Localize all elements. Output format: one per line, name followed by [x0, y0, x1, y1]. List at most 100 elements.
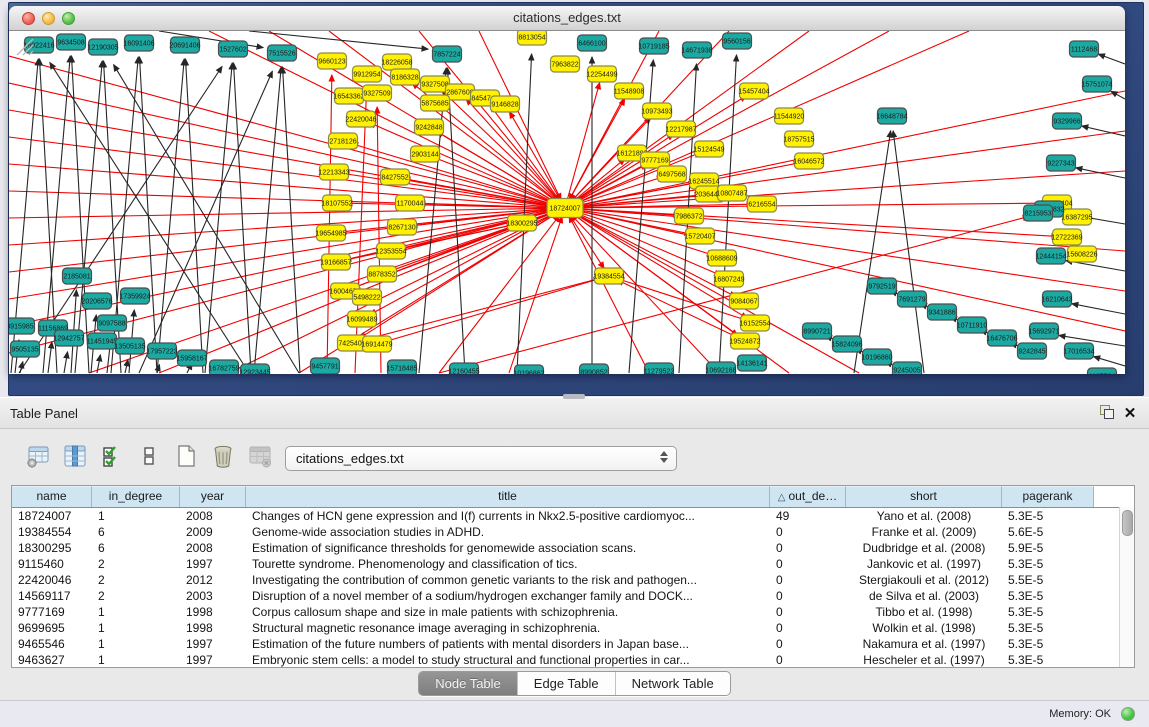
cell-short[interactable]: Stergiakouli et al. (2012)	[846, 572, 1002, 588]
graph-node[interactable]: 9457791	[311, 358, 340, 374]
graph-edge[interactable]	[377, 107, 381, 373]
graph-node[interactable]: 5875685	[421, 95, 450, 111]
graph-edge[interactable]	[1076, 168, 1125, 178]
delete-column-button[interactable]	[209, 442, 237, 470]
graph-node[interactable]: 19524872	[729, 333, 760, 349]
cell-pagerank[interactable]: 5.3E-5	[1002, 588, 1094, 604]
cell-in_degree[interactable]: 1	[92, 636, 180, 652]
cell-name[interactable]: 9115460	[12, 556, 92, 572]
graph-edge[interactable]	[574, 210, 1125, 331]
cell-year[interactable]: 2003	[180, 588, 246, 604]
cell-name[interactable]: 9699695	[12, 620, 92, 636]
resize-grip-icon[interactable]	[9, 31, 35, 57]
graph-node[interactable]: 7515526	[268, 45, 297, 61]
network-window[interactable]: citations_edges.txt 18724007183002951938…	[9, 6, 1125, 374]
graph-node[interactable]: 15457404	[738, 83, 769, 99]
graph-node[interactable]: 9560156	[723, 33, 752, 49]
table-selector-dropdown[interactable]: citations_edges.txt	[285, 446, 677, 471]
graph-node[interactable]: 16091406	[123, 35, 154, 51]
graph-node[interactable]: 7857224	[433, 46, 462, 62]
graph-node[interactable]: 9227343	[1047, 155, 1076, 171]
graph-edge[interactable]	[157, 59, 184, 373]
graph-node[interactable]: 8267130	[388, 219, 417, 235]
graph-edge[interactable]	[1094, 357, 1125, 366]
cell-year[interactable]: 1997	[180, 556, 246, 572]
graph-node[interactable]: 11544920	[774, 108, 805, 124]
cell-name[interactable]: 9463627	[12, 652, 92, 668]
cell-in_degree[interactable]: 6	[92, 524, 180, 540]
graph-node[interactable]: 6466100	[578, 35, 607, 51]
cell-out_degree[interactable]: 0	[770, 652, 846, 668]
cell-out_degree[interactable]: 0	[770, 604, 846, 620]
cell-title[interactable]: Corpus callosum shape and size in male p…	[246, 604, 770, 620]
graph-node[interactable]: 8990721	[803, 323, 832, 339]
cell-pagerank[interactable]: 5.6E-5	[1002, 524, 1094, 540]
graph-edge[interactable]	[9, 137, 556, 207]
table-panel-titlebar[interactable]: Table Panel ✕	[0, 397, 1149, 429]
graph-node[interactable]: 12923445	[239, 364, 270, 374]
column-header-name[interactable]: name	[12, 486, 92, 507]
graph-node[interactable]: 13505135	[114, 338, 145, 354]
cell-out_degree[interactable]: 0	[770, 540, 846, 556]
graph-node[interactable]: 15751074	[1081, 76, 1112, 92]
cell-pagerank[interactable]: 5.3E-5	[1002, 556, 1094, 572]
graph-node[interactable]: 15608226	[1066, 246, 1097, 262]
graph-node[interactable]: 15720407	[684, 228, 715, 244]
graph-node[interactable]: 9792519	[868, 278, 897, 294]
graph-node[interactable]: 12722369	[1051, 229, 1082, 245]
graph-node[interactable]: 16099489	[346, 311, 377, 327]
cell-year[interactable]: 1998	[180, 620, 246, 636]
cell-year[interactable]: 2008	[180, 508, 246, 524]
graph-edge[interactable]	[254, 67, 281, 373]
cell-out_degree[interactable]: 0	[770, 588, 846, 604]
graph-node[interactable]: 19166857	[320, 254, 351, 270]
table-row[interactable]: 2242004622012Investigating the contribut…	[12, 572, 1134, 588]
network-graph[interactable]: 1872400718300295193845549660123991295416…	[9, 31, 1125, 374]
cell-title[interactable]: Investigating the contribution of common…	[246, 572, 770, 588]
cell-year[interactable]: 1997	[180, 636, 246, 652]
column-visibility-button[interactable]	[61, 442, 89, 470]
graph-node[interactable]: 17016534	[1063, 343, 1094, 359]
graph-node[interactable]: 15718485	[386, 360, 417, 374]
graph-edge[interactable]	[1098, 54, 1125, 64]
cell-name[interactable]: 9465546	[12, 636, 92, 652]
column-header-year[interactable]: year	[180, 486, 246, 507]
graph-node[interactable]: 15824096	[831, 336, 862, 352]
cell-title[interactable]: Tourette syndrome. Phenomenology and cla…	[246, 556, 770, 572]
graph-node[interactable]: 2718126	[329, 133, 358, 149]
graph-node[interactable]: 18226058	[381, 54, 412, 70]
graph-node[interactable]: 9242848	[415, 119, 444, 135]
cell-pagerank[interactable]: 5.9E-5	[1002, 540, 1094, 556]
graph-node[interactable]: 9341886	[928, 304, 957, 320]
graph-node[interactable]: 10196860	[861, 349, 892, 365]
cell-year[interactable]: 2012	[180, 572, 246, 588]
graph-edge[interactable]	[97, 355, 100, 373]
graph-node[interactable]: 11279522	[644, 363, 675, 374]
cell-in_degree[interactable]: 1	[92, 508, 180, 524]
cell-name[interactable]: 22420046	[12, 572, 92, 588]
graph-node[interactable]: 9329966	[1053, 113, 1082, 129]
graph-edge[interactable]	[893, 131, 924, 373]
table-row[interactable]: 946554611997Estimation of the future num…	[12, 636, 1134, 652]
delete-table-button[interactable]	[246, 442, 274, 470]
close-panel-button[interactable]: ✕	[1121, 405, 1139, 423]
graph-edge[interactable]	[573, 212, 859, 373]
cell-out_degree[interactable]: 0	[770, 556, 846, 572]
graph-node[interactable]: 9084067	[730, 293, 759, 309]
graph-edge[interactable]	[400, 208, 565, 249]
cell-title[interactable]: Embryonic stem cells: a model to study s…	[246, 652, 770, 668]
graph-edge[interactable]	[9, 209, 556, 299]
graph-node[interactable]: 8878352	[368, 266, 397, 282]
graph-node[interactable]: 7986372	[675, 208, 704, 224]
new-column-button[interactable]	[172, 442, 200, 470]
cell-pagerank[interactable]: 5.3E-5	[1002, 652, 1094, 668]
graph-node[interactable]: 8186328	[391, 69, 420, 85]
table-row[interactable]: 911546021997Tourette syndrome. Phenomeno…	[12, 556, 1134, 572]
cell-pagerank[interactable]: 5.3E-5	[1002, 604, 1094, 620]
cell-short[interactable]: Nakamura et al. (1997)	[846, 636, 1002, 652]
column-header-title[interactable]: title	[246, 486, 770, 507]
graph-edge[interactable]	[565, 208, 1058, 236]
graph-edge[interactable]	[48, 342, 52, 373]
cell-in_degree[interactable]: 2	[92, 556, 180, 572]
graph-node[interactable]: 16914479	[361, 336, 392, 352]
